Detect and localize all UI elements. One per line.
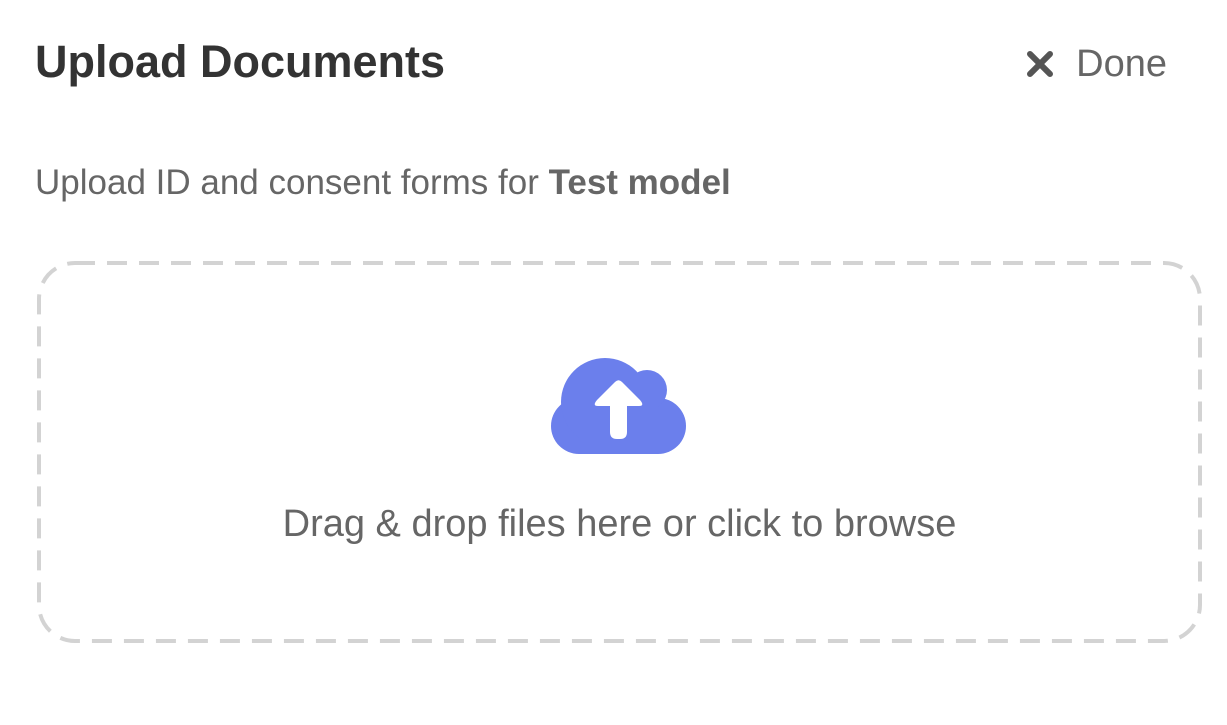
cloud-upload-icon bbox=[550, 358, 686, 454]
done-button[interactable]: Done bbox=[1026, 44, 1167, 84]
close-icon bbox=[1026, 50, 1054, 78]
dialog-header: Upload Documents Done bbox=[35, 34, 1167, 94]
done-label: Done bbox=[1076, 43, 1167, 85]
subtitle-text: Upload ID and consent forms for bbox=[35, 163, 549, 202]
dialog-subtitle: Upload ID and consent forms for Test mod… bbox=[35, 161, 731, 205]
dropzone-instruction: Drag & drop files here or click to brows… bbox=[282, 503, 957, 545]
file-dropzone[interactable]: Drag & drop files here or click to brows… bbox=[37, 261, 1202, 643]
dialog-title: Upload Documents bbox=[35, 36, 446, 87]
model-name: Test model bbox=[548, 163, 731, 202]
